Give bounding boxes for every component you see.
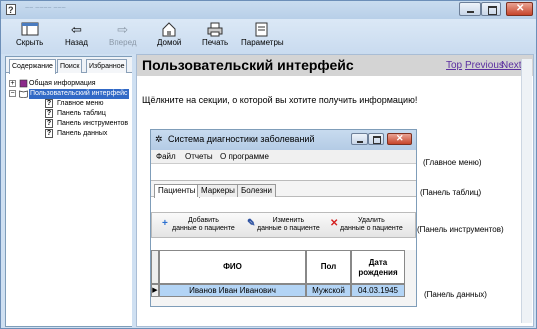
toolbar: Скрыть ⇦ Назад ⇨ Вперед Домой Печать Пар… — [1, 19, 536, 54]
delete-x-icon: ✕ — [330, 218, 339, 229]
tab-search[interactable]: Поиск — [57, 59, 83, 73]
note-tools-panel[interactable]: (Панель инструментов) — [417, 225, 504, 234]
note-data-panel[interactable]: (Панель данных) — [424, 290, 487, 299]
home-icon — [162, 22, 176, 37]
inner-close-button[interactable] — [387, 133, 412, 145]
intro-text: Щёлкните на секции, о которой вы хотите … — [142, 95, 418, 105]
content-pane: Пользовательский интерфейс Top Previous … — [136, 54, 534, 327]
tree-item-tools-panel[interactable]: ? Панель инструментов — [9, 119, 131, 129]
help-app-icon: ? — [6, 4, 16, 15]
tab-diseases[interactable]: Болезни — [237, 184, 277, 197]
note-main-menu[interactable]: (Главное меню) — [423, 158, 481, 167]
column-header-dob[interactable]: Дата рождения — [351, 250, 405, 284]
edit-patient-button[interactable]: ✎ Изменить данные о пациенте — [247, 217, 320, 233]
next-link[interactable]: Next — [501, 60, 522, 71]
tools-panel: + Добавить данные о пациенте ✎ Изменить … — [151, 212, 416, 238]
menu-file[interactable]: Файл — [156, 152, 176, 161]
row-header-corner — [151, 250, 159, 284]
data-panel: ФИО Пол Дата рождения ▶ Иванов Иван Иван… — [151, 250, 416, 306]
sidebar-tabs: Содержание Поиск Избранное — [6, 57, 132, 74]
cell-fio[interactable]: Иванов Иван Иванович — [159, 284, 306, 297]
tree-item-ui[interactable]: − Пользовательский интерфейс — [9, 89, 131, 99]
help-page-icon: ? — [45, 109, 53, 118]
tree-item-general[interactable]: + Общая информация — [9, 79, 131, 89]
tab-favorites[interactable]: Избранное — [86, 59, 128, 73]
column-header-sex[interactable]: Пол — [306, 250, 351, 284]
book-closed-icon — [19, 79, 28, 88]
menu-reports[interactable]: Отчеты — [185, 152, 213, 161]
minimize-button[interactable] — [459, 2, 481, 16]
expand-icon[interactable]: + — [9, 80, 16, 87]
delete-patient-button[interactable]: ✕ Удалить данные о пациенте — [330, 217, 403, 233]
menu-about[interactable]: О программе — [220, 152, 269, 161]
close-button[interactable] — [506, 2, 533, 16]
help-page-icon: ? — [45, 119, 53, 128]
add-patient-button[interactable]: + Добавить данные о пациенте — [162, 217, 235, 233]
plus-icon: + — [162, 218, 168, 229]
collapse-icon[interactable]: − — [9, 90, 16, 97]
main-menu-bar[interactable]: Файл Отчеты О программе — [151, 150, 416, 164]
sidebar: Содержание Поиск Избранное + Общая инфор… — [5, 56, 133, 327]
top-link[interactable]: Top — [446, 60, 462, 71]
tab-markers[interactable]: Маркеры — [197, 184, 239, 197]
svg-text:?: ? — [8, 5, 14, 15]
inner-maximize-button[interactable] — [368, 133, 384, 145]
window-title: ~~ ~~~~ ~~~ — [25, 5, 66, 12]
home-button[interactable]: Домой — [157, 22, 181, 47]
topic-title: Пользовательский интерфейс — [142, 57, 354, 73]
back-arrow-icon: ⇦ — [71, 22, 82, 37]
options-icon — [255, 22, 268, 37]
row-selector-icon[interactable]: ▶ — [151, 284, 159, 297]
forward-arrow-icon: ⇨ — [117, 22, 129, 37]
forward-button[interactable]: ⇨ Вперед — [109, 22, 137, 47]
tree-item-main-menu[interactable]: ? Главное меню — [9, 99, 131, 109]
inner-titlebar[interactable]: ✲ Система диагностики заболеваний — [151, 130, 416, 150]
tree-item-data-panel[interactable]: ? Панель данных — [9, 129, 131, 139]
note-tables-panel[interactable]: (Панель таблиц) — [420, 188, 481, 197]
inner-minimize-button[interactable] — [351, 133, 368, 145]
app-gear-icon: ✲ — [155, 134, 163, 144]
tab-patients[interactable]: Пациенты — [154, 184, 200, 198]
help-window: ? ~~ ~~~~ ~~~ Скрыть ⇦ Назад ⇨ Вперед — [0, 0, 537, 329]
tree-item-tables-panel[interactable]: ? Панель таблиц — [9, 109, 131, 119]
pencil-icon: ✎ — [247, 218, 256, 229]
cell-sex[interactable]: Мужской — [306, 284, 351, 297]
window-titlebar[interactable]: ? ~~ ~~~~ ~~~ — [1, 1, 536, 19]
book-open-icon — [19, 90, 28, 98]
hide-pane-icon — [21, 22, 39, 36]
maximize-button[interactable] — [481, 2, 501, 16]
tables-panel: Пациенты Маркеры Болезни — [151, 180, 416, 198]
options-button[interactable]: Параметры — [241, 22, 284, 47]
print-button[interactable]: Печать — [202, 22, 228, 47]
back-button[interactable]: ⇦ Назад — [65, 22, 88, 47]
topic-header: Пользовательский интерфейс Top Previous … — [137, 55, 533, 76]
hide-button[interactable]: Скрыть — [16, 22, 43, 47]
cell-dob[interactable]: 04.03.1945 — [351, 284, 405, 297]
printer-icon — [207, 22, 223, 37]
help-page-icon: ? — [45, 129, 53, 138]
contents-tree: + Общая информация − Пользовательский ин… — [9, 79, 131, 139]
help-page-icon: ? — [45, 99, 53, 108]
previous-link[interactable]: Previous — [465, 60, 504, 71]
vertical-scrollbar[interactable] — [521, 59, 532, 323]
app-screenshot: ✲ Система диагностики заболеваний Файл О… — [150, 129, 417, 307]
tab-contents[interactable]: Содержание — [9, 59, 56, 74]
column-header-fio[interactable]: ФИО — [159, 250, 306, 284]
inner-title: Система диагностики заболеваний — [168, 134, 315, 144]
